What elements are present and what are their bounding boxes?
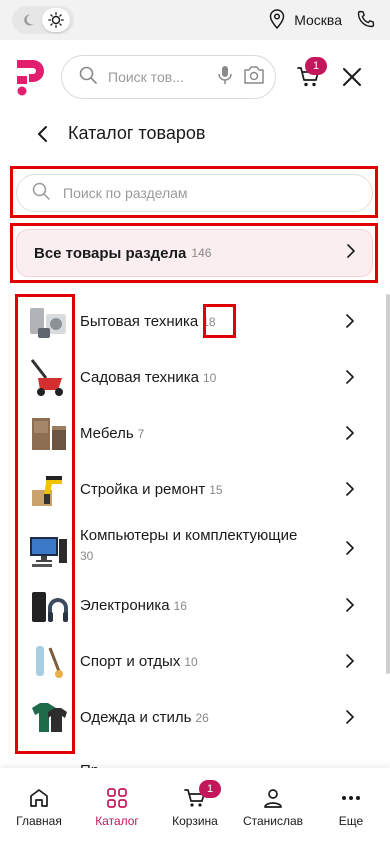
cart-badge: 1: [199, 780, 221, 798]
all-products-count: 146: [191, 246, 212, 260]
category-count: 10: [184, 655, 198, 669]
chevron-right-icon: [345, 482, 361, 498]
category-count: 7: [137, 427, 145, 441]
category-count: 30: [80, 549, 94, 563]
nav-label: Главная: [16, 814, 62, 828]
nav-label: Корзина: [172, 814, 218, 828]
category-label: Спорт и отдых: [80, 653, 181, 670]
category-count: 16: [173, 599, 187, 613]
chevron-right-icon: [345, 426, 361, 442]
search-icon: [31, 181, 51, 206]
moon-icon[interactable]: [14, 8, 42, 32]
nav-home[interactable]: Главная: [0, 768, 78, 844]
category-label: Мебель: [80, 425, 134, 442]
more-icon: [342, 796, 360, 800]
nav-more[interactable]: Еще: [312, 768, 390, 844]
nav-label: Каталог: [95, 814, 139, 828]
page-title: Каталог товаров: [68, 123, 206, 143]
chevron-right-icon: [345, 314, 361, 330]
category-label: Бытовая техника: [80, 313, 199, 330]
city-selector[interactable]: Москва: [294, 12, 342, 28]
nav-profile[interactable]: Станислав: [234, 768, 312, 844]
bottom-navigation: Главная Каталог 1 Корзина Станислав Еще: [0, 768, 390, 844]
all-products-button[interactable]: Все товары раздела 146: [16, 229, 373, 277]
nav-label: Еще: [338, 814, 364, 828]
chevron-right-icon: [346, 243, 356, 263]
camera-icon[interactable]: [243, 65, 265, 90]
brand-logo[interactable]: [14, 56, 50, 98]
scrollbar[interactable]: [386, 294, 390, 674]
search-placeholder: Поиск тов...: [108, 69, 184, 85]
nav-label: Станислав: [242, 814, 304, 828]
all-products-label: Все товары раздела: [34, 244, 187, 262]
title-row: Каталог товаров: [0, 114, 390, 154]
chevron-left-icon[interactable]: [30, 122, 54, 146]
chevron-right-icon: [345, 541, 361, 557]
status-bar: Москва: [0, 0, 390, 40]
nav-catalog[interactable]: Каталог: [78, 768, 156, 844]
phone-icon[interactable]: [356, 9, 376, 32]
search-input[interactable]: Поиск тов...: [61, 55, 276, 99]
microphone-icon[interactable]: [217, 65, 233, 90]
category-count: 15: [209, 483, 223, 497]
category-label: Электроника: [80, 597, 170, 614]
chevron-right-icon: [345, 710, 361, 726]
chevron-right-icon: [345, 598, 361, 614]
nav-cart[interactable]: 1 Корзина: [156, 768, 234, 844]
highlight-frame-count: [203, 304, 236, 338]
grid-icon: [107, 788, 127, 808]
category-count: 26: [195, 711, 209, 725]
close-icon[interactable]: [341, 66, 363, 88]
cart-badge: 1: [305, 57, 327, 75]
category-label: Одежда и стиль: [80, 709, 192, 726]
category-count: 10: [202, 371, 217, 385]
category-label: Компьютеры и комплектующие: [80, 527, 298, 544]
page: Москва Поиск тов... 1 Каталог товаров По…: [0, 0, 390, 844]
user-icon: [264, 789, 282, 808]
home-icon: [30, 789, 48, 807]
highlight-frame-thumbnails: [15, 294, 75, 754]
sun-icon[interactable]: [42, 8, 70, 32]
chevron-right-icon: [345, 654, 361, 670]
chevron-right-icon: [345, 370, 361, 386]
section-search-input[interactable]: Поиск по разделам: [16, 174, 373, 212]
category-label: Стройка и ремонт: [80, 481, 206, 498]
status-right: Москва: [268, 8, 376, 32]
header: Поиск тов... 1: [0, 54, 390, 100]
theme-toggle[interactable]: [12, 6, 74, 34]
section-search-placeholder: Поиск по разделам: [63, 185, 188, 201]
location-pin-icon[interactable]: [268, 8, 286, 32]
category-label: Садовая техника: [80, 369, 199, 386]
cart-button[interactable]: 1: [296, 57, 327, 90]
search-icon: [78, 65, 98, 90]
